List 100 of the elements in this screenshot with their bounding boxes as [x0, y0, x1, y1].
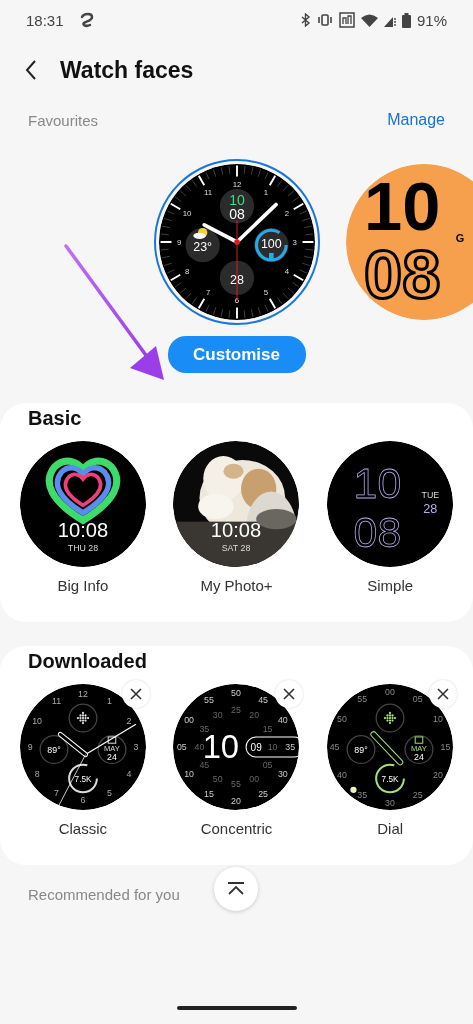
dial-numeral: 55	[231, 778, 242, 789]
hour-text: 10	[229, 191, 245, 208]
dial-numeral: 30	[213, 710, 224, 721]
dial-numeral: 00	[385, 686, 396, 697]
time-text: 10:08	[211, 518, 262, 541]
dots-icon	[383, 711, 397, 725]
dial-numeral: 15	[440, 742, 451, 753]
dial-numeral: 11	[51, 696, 61, 707]
minute-text: 08	[229, 205, 245, 222]
face-name: Concentric	[200, 820, 273, 837]
time-text: 10:08	[57, 518, 109, 541]
dots-icon	[76, 711, 89, 725]
clock-hands	[350, 731, 404, 793]
dial-numeral: 45	[258, 695, 269, 706]
temperature-text: 89°	[354, 744, 368, 755]
goal-text: G	[455, 232, 465, 244]
dial-numeral: 50	[213, 773, 224, 784]
face-name: Big Info	[57, 577, 109, 594]
month-text: MAY	[411, 743, 427, 753]
dial-numeral: 10	[184, 769, 195, 780]
minute-text: 08	[353, 507, 402, 556]
dial-numeral: 25	[412, 790, 423, 801]
dial-numeral: 50	[337, 714, 348, 725]
remove-button[interactable]	[121, 680, 150, 708]
remove-button[interactable]	[429, 680, 458, 708]
dial-numeral: 55	[357, 694, 368, 704]
watch-face[interactable]: 50 55 45 25 00 30 20 40 35 15 05 40 10 35 45 05 10 50 00 30 55 15 25 20 10 09	[173, 684, 300, 810]
clock-time: 18:31	[26, 11, 64, 29]
dial-numeral: 30	[385, 797, 396, 808]
progress-ring	[375, 763, 405, 794]
watch-face[interactable]: 12 11 1 10 2 9 3 8 4 7 5 6 89° MAY 24 7.5K	[19, 684, 146, 810]
date-text: 28	[423, 501, 438, 516]
dial-numeral: 00	[249, 773, 260, 784]
dial-numeral: 55	[204, 695, 215, 706]
dial-numeral: 40	[278, 715, 289, 726]
dial-numeral: 35	[285, 742, 296, 753]
calendar-icon	[414, 736, 424, 744]
battery-icon	[269, 252, 274, 260]
date-text: THU 28	[67, 542, 98, 553]
close-icon	[436, 687, 451, 701]
section-title: Basic	[27, 406, 83, 431]
dial-numeral: 10	[32, 715, 42, 726]
dial-numeral: 20	[433, 769, 444, 780]
dial-numeral: 50	[231, 687, 242, 698]
dial-numeral: 45	[199, 760, 210, 771]
dial-numeral: 5	[106, 787, 112, 798]
dial-numeral: 7	[53, 787, 59, 798]
back-icon	[24, 59, 38, 81]
dial-numeral: 15	[204, 789, 215, 799]
battery-icon	[401, 12, 411, 28]
dial-numeral: 3	[133, 742, 139, 753]
page-title: Watch faces	[60, 56, 194, 84]
minute-pill	[246, 736, 300, 758]
dial-numeral: 05	[263, 760, 273, 771]
dial-numeral: 8	[34, 768, 40, 779]
dial-numeral: 45	[329, 742, 340, 753]
face-name: Simple	[367, 577, 414, 594]
dial-numeral: 10	[268, 742, 278, 753]
dial-numeral: 20	[231, 796, 242, 807]
dial-numeral: 1	[106, 696, 112, 707]
section-title: Downloaded	[27, 649, 148, 674]
section-label: Favourites	[28, 111, 99, 129]
face-name: My Photo+	[200, 577, 273, 594]
remove-button[interactable]	[275, 680, 304, 708]
battery-text: 100	[260, 237, 282, 252]
steps-text: 7.5K	[74, 774, 92, 784]
dial-numeral: 40	[337, 769, 348, 780]
dial-numeral: 2	[126, 715, 132, 726]
dial-numeral: 00	[184, 714, 195, 725]
hour-text: 10	[353, 458, 402, 507]
battery-ring	[254, 228, 288, 262]
dial-numeral: 30	[278, 769, 289, 780]
dial-numeral: 25	[258, 789, 269, 799]
watch-face[interactable]: 10:08 SAT 28	[173, 441, 300, 567]
date-text: 24	[106, 751, 117, 762]
scroll-top-icon	[227, 882, 245, 896]
calendar-icon	[107, 736, 117, 744]
scroll-top-button[interactable]	[214, 867, 258, 911]
date-text: SAT 28	[222, 542, 251, 553]
battery-percent: 91%	[416, 11, 447, 29]
dial-numeral: 40	[195, 742, 205, 753]
face-name: Dial	[377, 820, 404, 837]
watch-face[interactable]: 10:08 THU 28	[19, 441, 146, 567]
dial-numeral: 35	[199, 723, 210, 734]
data-saver-icon	[338, 12, 355, 28]
dial-numeral: 4	[126, 768, 132, 779]
watch-face[interactable]: 00 55 05 50 10 45 15 40 20 35 25 30 89° MAY 24 7.5K	[327, 684, 454, 810]
temperature-text: 23°	[193, 240, 213, 255]
steps-text: 7.5K	[381, 774, 399, 784]
complication-ring	[375, 703, 405, 733]
bluetooth-icon	[299, 13, 311, 27]
close-icon	[282, 687, 297, 701]
watch-face[interactable]: 10 08 TUE 28	[327, 441, 454, 567]
manage-link[interactable]: Manage	[387, 111, 445, 129]
complication-ring	[68, 703, 98, 733]
dial-numeral: 15	[263, 723, 273, 734]
dial-numeral: 9	[27, 742, 33, 753]
face-name: Classic	[58, 820, 107, 837]
dial-numeral: 05	[177, 742, 188, 753]
vibrate-icon	[316, 14, 333, 26]
